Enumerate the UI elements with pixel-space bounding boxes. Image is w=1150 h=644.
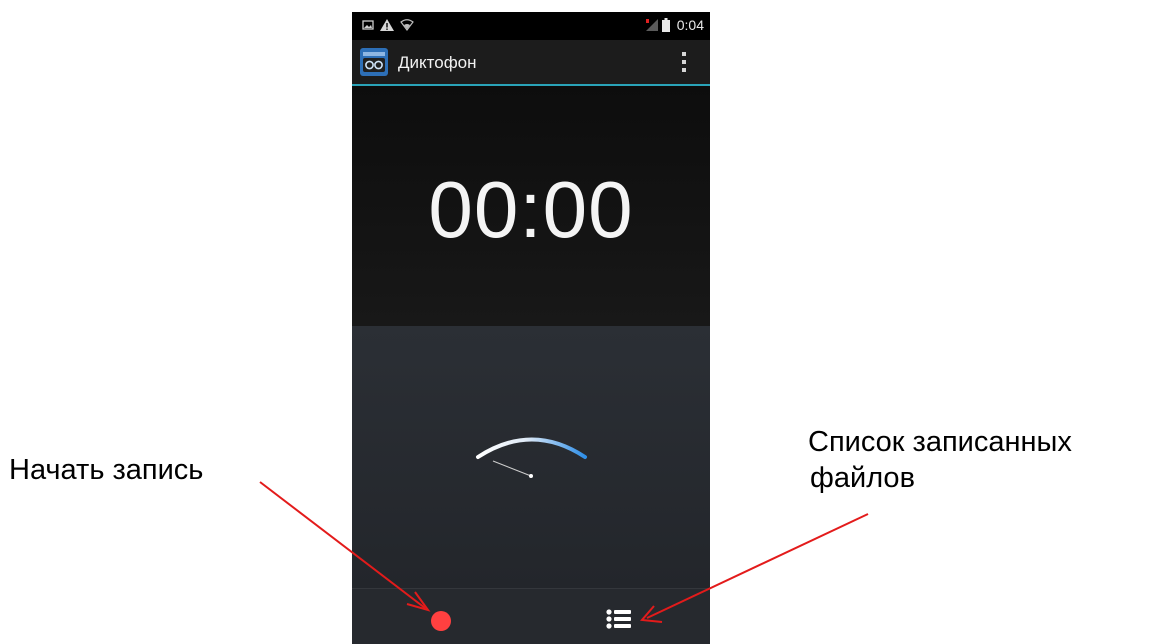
arrow-to-list-button [639,513,869,623]
annotation-arrows [259,481,869,623]
arrow-to-record-button [259,481,431,612]
